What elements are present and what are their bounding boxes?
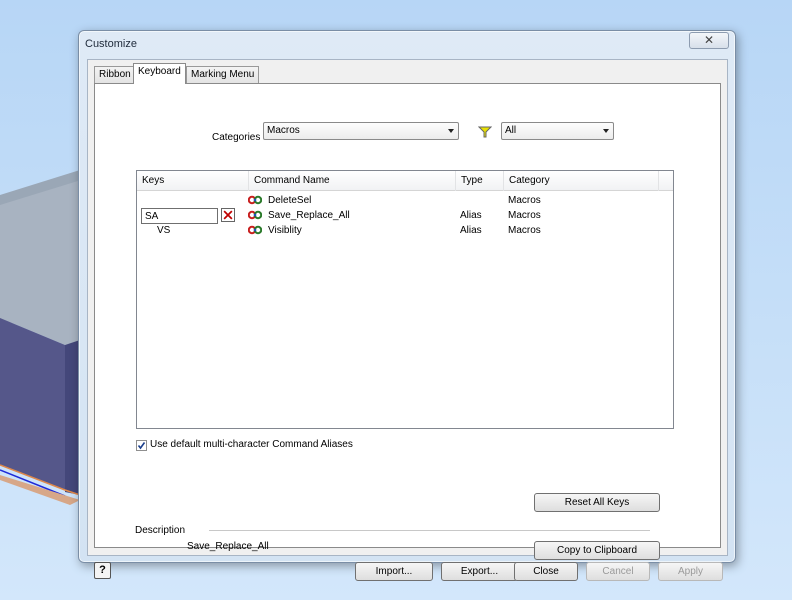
tab-marking-menu[interactable]: Marking Menu xyxy=(186,66,260,83)
category-cell: Macros xyxy=(508,195,541,206)
macro-command-icon xyxy=(248,195,262,205)
list-header: Keys Command Name Type Category xyxy=(137,171,673,191)
description-divider xyxy=(209,530,650,531)
table-row[interactable]: VS Visiblity Alias Macros xyxy=(137,224,673,239)
cancel-button[interactable]: Cancel xyxy=(586,562,650,581)
type-cell: Alias xyxy=(460,225,482,236)
column-header-keys[interactable]: Keys xyxy=(137,171,249,191)
customize-dialog: Customize ✕ Ribbon Keyboard Marking Menu… xyxy=(78,30,736,581)
export-button[interactable]: Export... xyxy=(441,562,518,581)
categories-dropdown[interactable]: Macros xyxy=(263,122,459,140)
reset-all-keys-button[interactable]: Reset All Keys xyxy=(534,493,660,512)
apply-button[interactable]: Apply xyxy=(658,562,723,581)
description-label: Description xyxy=(135,525,186,536)
macro-command-icon xyxy=(248,225,262,235)
close-window-button[interactable]: ✕ xyxy=(689,32,729,49)
keys-cell: VS xyxy=(157,225,171,236)
filter-icon[interactable] xyxy=(478,126,492,138)
checkmark-icon xyxy=(137,442,146,450)
tab-keyboard[interactable]: Keyboard xyxy=(133,63,186,84)
import-button[interactable]: Import... xyxy=(355,562,433,581)
type-cell: Alias xyxy=(460,210,482,221)
copy-to-clipboard-button[interactable]: Copy to Clipboard xyxy=(534,541,660,560)
column-header-type[interactable]: Type xyxy=(456,171,504,191)
chevron-down-icon xyxy=(603,129,609,133)
description-text: Save_Replace_All xyxy=(187,541,269,552)
tab-ribbon[interactable]: Ribbon xyxy=(94,66,136,83)
column-header-category[interactable]: Category xyxy=(504,171,659,191)
keyboard-shortcuts-list[interactable]: Keys Command Name Type Category DeleteSe… xyxy=(136,170,674,429)
category-cell: Macros xyxy=(508,210,541,221)
default-aliases-checkbox[interactable] xyxy=(136,440,147,451)
command-name: Visiblity xyxy=(268,225,302,236)
column-header-command-name[interactable]: Command Name xyxy=(249,171,456,191)
table-row[interactable]: Save_Replace_All Alias Macros xyxy=(137,208,673,224)
window-title: Customize xyxy=(85,38,137,50)
categories-label: Categories xyxy=(212,132,261,143)
category-cell: Macros xyxy=(508,225,541,236)
keys-input[interactable] xyxy=(141,208,218,224)
default-aliases-label: Use default multi-character Command Alia… xyxy=(150,439,353,450)
help-icon: ? xyxy=(99,564,106,576)
close-icon: ✕ xyxy=(703,33,715,47)
delete-key-icon[interactable] xyxy=(221,208,235,222)
chevron-down-icon xyxy=(448,129,454,133)
filter-dropdown[interactable]: All xyxy=(501,122,614,140)
close-button[interactable]: Close xyxy=(514,562,578,581)
help-button[interactable]: ? xyxy=(94,562,111,579)
categories-selected: Macros xyxy=(267,125,300,136)
filter-selected: All xyxy=(505,125,517,136)
macro-command-icon xyxy=(248,210,262,220)
command-name: DeleteSel xyxy=(268,195,312,206)
keyboard-panel: Categories Macros All Keys Command Name … xyxy=(94,83,721,560)
table-row[interactable]: DeleteSel Macros xyxy=(137,194,673,209)
dialog-client-area: Ribbon Keyboard Marking Menu Categories … xyxy=(87,59,728,581)
command-name: Save_Replace_All xyxy=(268,210,350,221)
